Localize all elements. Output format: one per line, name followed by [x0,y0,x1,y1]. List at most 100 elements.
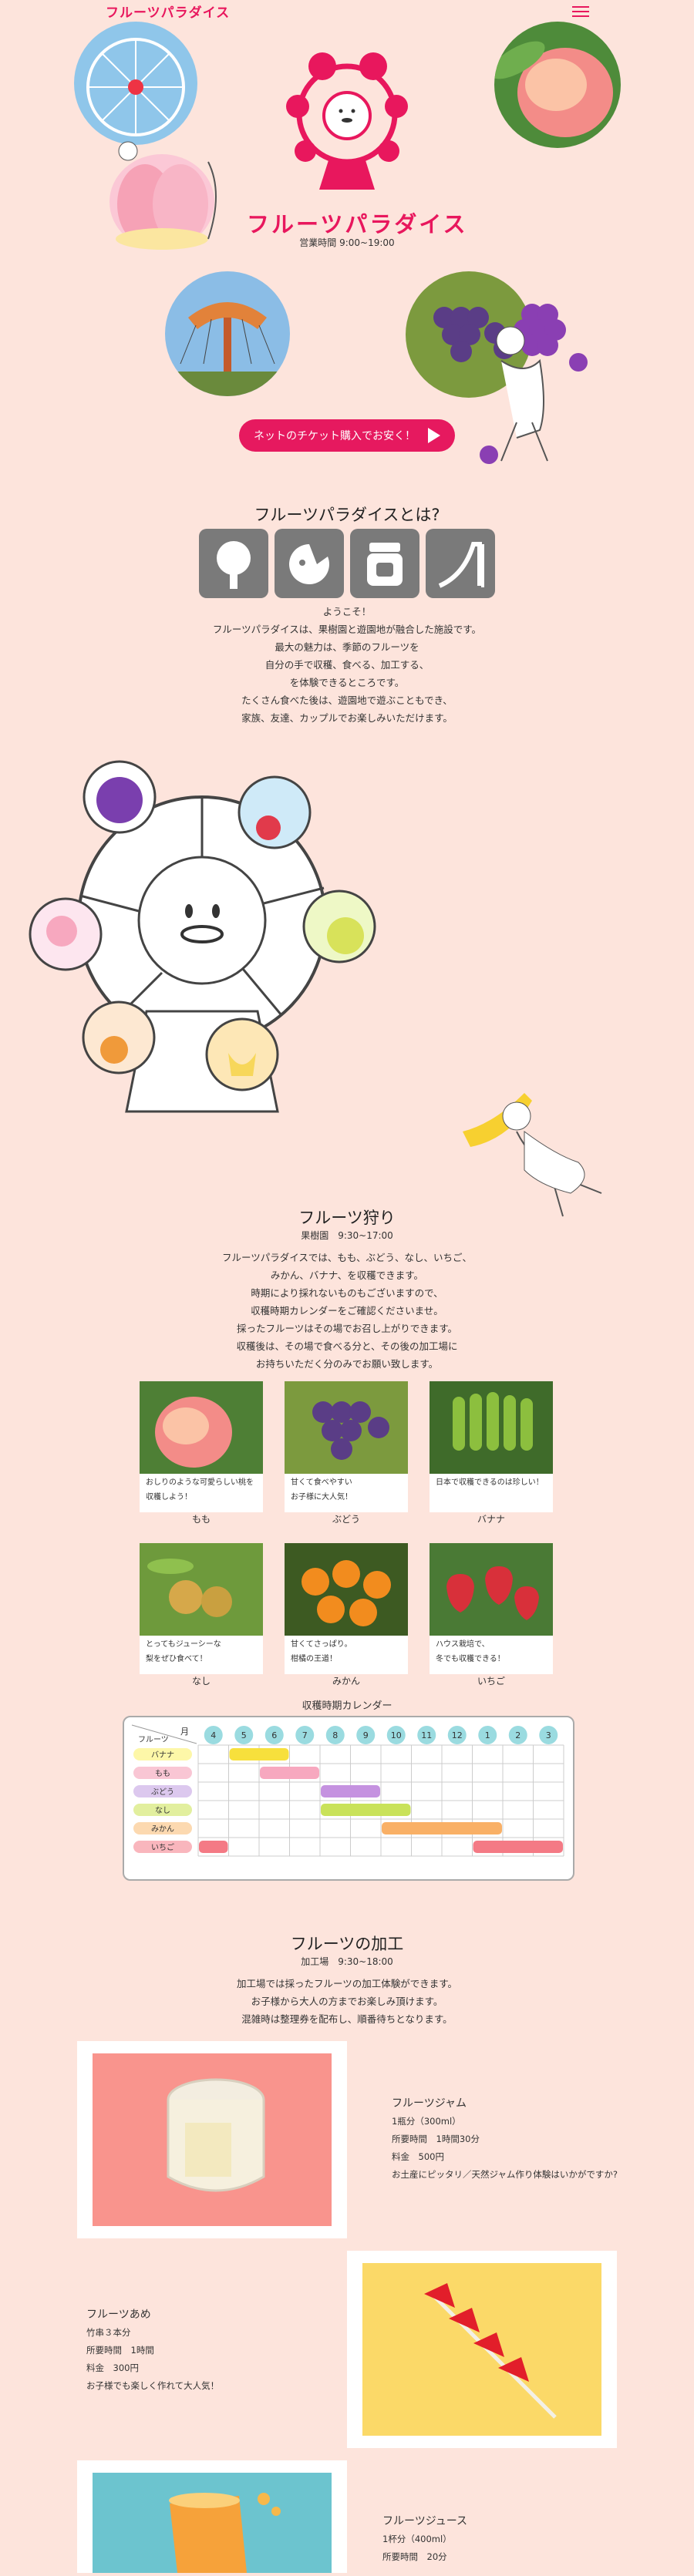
harvest-bar [382,1822,502,1834]
about-text: ようこそ！ フルーツパラダイスは、果樹園と遊園地が融合した施設です。 最大の魅力… [116,603,578,727]
fruit-card-pear[interactable]: とってもジューシーな 梨をぜひ食べて！ [140,1543,263,1674]
month-label: 10 [391,1730,402,1740]
picking-line: 時期により採れないものもございますので、 [251,1287,443,1299]
candy-detail: 竹串３本分 [86,2327,131,2338]
harvest-calendar: 月フルーツ 4 5 6 7 8 9 10 11 12 1 2 3 バナナ もも ぶどう なし みかん いちご [123,1716,574,1881]
month-label: 7 [302,1730,308,1740]
fruit-name-strawberry: いちご [477,1676,505,1687]
calendar-grid: 月フルーツ 4 5 6 7 8 9 10 11 12 1 2 3バナナももぶどうなしみかんいちご [131,1724,564,1857]
picking-text: フルーツパラダイスでは、もも、ぶどう、なし、いちご、 みかん、バナナ、を収穫でき… [116,1249,578,1373]
fruit-name-banana: バナナ [477,1514,505,1525]
fruit-name-grape: ぶどう [332,1514,360,1525]
picking-line: フルーツパラダイスでは、もも、ぶどう、なし、いちご、 [221,1252,472,1263]
fruit-name-pear: なし [191,1676,211,1687]
picking-line: みかん、バナナ、を収穫できます。 [270,1270,424,1281]
fruit-row-label: いちご [151,1842,174,1852]
ticket-purchase-button[interactable]: ネットのチケット購入でお安く！ [239,419,455,452]
juice-detail: 所要時間 20分 [382,2551,447,2562]
fruit-name-peach: もも [191,1514,211,1525]
harvest-bar [321,1785,380,1797]
juice-photo-frame [77,2460,347,2573]
candy-info: フルーツあめ 竹串３本分 所要時間 1時間 料金 300円 お子様でも楽しく作れ… [86,2306,219,2395]
harvest-bar [260,1767,319,1779]
fruit-card-mandarin[interactable]: 甘くてさっぱり。 柑橘の王道！ [285,1543,408,1674]
fruit-desc: 日本で収穫できるのは珍しい！ [436,1478,544,1487]
grape-character [470,291,594,469]
processing-line: 加工場では採ったフルーツの加工体験ができます。 [236,1978,457,1989]
swing-ride-photo [165,271,290,396]
hero-title: フルーツパラダイス [247,211,468,237]
fruit-desc: 冬でも収穫できる！ [436,1655,505,1663]
about-line: 最大の魅力は、季節のフルーツを [275,641,419,653]
juice-info: フルーツジュース 1杯分（400ml） 所要時間 20分 [382,2513,467,2566]
juice-detail: 1杯分（400ml） [382,2534,452,2544]
picking-line: 収穫時期カレンダーをご確認くださいませ。 [251,1305,443,1317]
peach-photo [494,22,621,148]
fruit-card-grape[interactable]: 甘くて食べやすい お子様に大人気！ [285,1381,408,1512]
about-line: たくさん食べた後は、遊園地で遊ぶこともでき、 [241,694,453,706]
pear-photo [140,1543,263,1636]
month-label: 11 [421,1730,432,1740]
business-hours: 営業時間 9:00~19:00 [299,237,395,248]
fruit-desc: 梨をぜひ食べて！ [146,1655,207,1663]
slide-icon [426,529,495,598]
juice-title: フルーツジュース [382,2515,468,2527]
about-line: 家族、友達、カップルでお楽しみいただけます。 [241,712,453,724]
fruit-desc: とってもジューシーな [146,1640,221,1649]
fruit-card-peach[interactable]: おしりのような可愛らしい桃を 収穫しよう！ [140,1381,263,1512]
about-title: フルーツパラダイスとは? [254,506,440,524]
jam-detail: 1瓶分（300ml） [392,2116,461,2127]
site-logo[interactable]: フルーツパラダイス [106,2,230,21]
calendar-title: 収穫時期カレンダー [302,1700,392,1712]
strawberry-photo [430,1543,553,1636]
bite-fruit-icon [275,529,344,598]
harvest-bar [229,1748,289,1760]
fruit-desc: 柑橘の王道！ [291,1655,337,1663]
candy-title: フルーツあめ [86,2309,151,2321]
fruit-name-mandarin: みかん [332,1676,360,1687]
about-line: フルーツパラダイスは、果樹園と遊園地が融合した施設です。 [212,624,482,635]
jam-detail: お土産にピッタリ／天然ジャム作り体験はいかがですか? [392,2169,618,2180]
fruit-desc: ハウス栽培で、 [436,1640,490,1649]
jam-jar-icon [350,529,419,598]
candy-photo [362,2263,601,2436]
calendar-fruit-label: フルーツ [138,1736,169,1744]
month-label: 8 [332,1730,338,1740]
play-icon [428,428,440,443]
processing-title: フルーツの加工 [290,1935,404,1953]
hamburger-icon[interactable] [572,3,589,18]
cta-label: ネットのチケット購入でお安く！ [254,430,416,442]
jam-photo-frame [77,2041,347,2238]
processing-line: 混雑時は整理券を配布し、順番待ちとなります。 [241,2013,453,2025]
mascot-logo-illustration [275,45,419,193]
fruit-row-label: もも [155,1769,170,1778]
fruit-desc: 収穫しよう！ [146,1493,192,1502]
month-label: 2 [515,1730,520,1740]
jam-photo [93,2053,332,2226]
month-label: 5 [241,1730,247,1740]
jam-info: フルーツジャム 1瓶分（300ml） 所要時間 1時間30分 料金 500円 お… [392,2095,618,2184]
picking-line: お持ちいただく分のみでお願い致します。 [255,1358,439,1370]
fruit-row-label: みかん [151,1824,174,1834]
picking-line: 収穫後は、その場で食べる分と、その後の加工場に [236,1340,458,1352]
fruit-row-label: なし [155,1806,170,1815]
harvest-bar [199,1841,228,1853]
processing-hours: 加工場 9:30~18:00 [301,1956,393,1967]
about-line: ようこそ！ [322,606,372,617]
orchard-hours: 果樹園 9:30~17:00 [301,1230,393,1241]
month-label: 9 [363,1730,369,1740]
fruit-card-strawberry[interactable]: ハウス栽培で、冬でも収穫できる！ [430,1543,553,1674]
processing-line: お子様から大人の方までお楽しみ頂けます。 [251,1996,443,2007]
candy-detail: 所要時間 1時間 [86,2345,154,2356]
ferris-wheel-illustration [23,757,378,1119]
month-label: 4 [211,1730,216,1740]
processing-text: 加工場では採ったフルーツの加工体験ができます。 お子様から大人の方までお楽しみ頂… [116,1975,578,2028]
fruit-desc: お子様に大人気！ [291,1493,352,1502]
picking-title: フルーツ狩り [298,1209,396,1227]
tree-icon [199,529,268,598]
about-line: を体験できるところです。 [289,677,405,688]
month-label: 1 [485,1730,490,1740]
fruit-card-banana[interactable]: 日本で収穫できるのは珍しい！ [430,1381,553,1512]
fruit-row-label: バナナ [151,1750,174,1760]
mandarin-photo [285,1543,408,1636]
